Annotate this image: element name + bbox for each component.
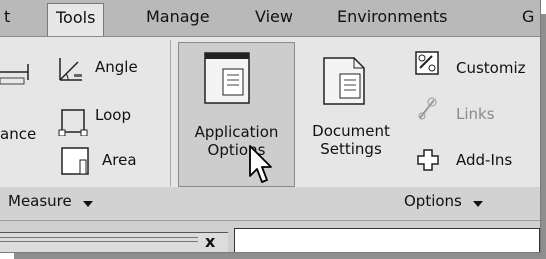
links-label: Links (456, 105, 495, 123)
loop-label[interactable]: Loop (95, 105, 131, 125)
tab-grip-line (0, 241, 198, 242)
tab-environments[interactable]: Environments (337, 7, 448, 27)
tab-grip-line (0, 237, 198, 238)
document-settings-line2: Settings (320, 140, 382, 158)
document-settings-text: Document Settings (298, 122, 404, 158)
measure-distance-label[interactable]: ance (0, 124, 36, 144)
area-icon[interactable] (60, 146, 92, 176)
document-settings-button[interactable]: Document Settings (298, 42, 404, 187)
customize-icon[interactable] (414, 50, 440, 76)
measure-panel-title[interactable]: Measure (8, 190, 93, 213)
application-options-icon (203, 51, 251, 105)
tab-view[interactable]: View (255, 7, 293, 27)
application-options-line1: Application (194, 123, 279, 141)
close-icon[interactable]: x (205, 233, 215, 251)
application-window: t Tools Manage View Environments G ance … (0, 0, 541, 253)
document-tab[interactable]: x (0, 232, 228, 252)
angle-icon[interactable] (56, 54, 86, 84)
measure-distance-icon[interactable] (0, 58, 36, 86)
document-area[interactable] (234, 228, 540, 252)
angle-label[interactable]: Angle (95, 57, 138, 77)
tab-partial-left[interactable]: t (4, 7, 10, 27)
customize-label[interactable]: Customiz (456, 58, 526, 78)
measure-panel-title-text: Measure (8, 192, 72, 210)
caret-down-icon (472, 191, 483, 213)
application-options-text: Application Options (179, 123, 294, 159)
options-panel-title[interactable]: Options (404, 190, 483, 213)
tab-tools[interactable]: Tools (47, 3, 105, 36)
links-icon (414, 96, 440, 122)
loop-icon[interactable] (58, 106, 88, 137)
document-settings-icon (320, 56, 368, 106)
application-options-line2: Options (207, 141, 266, 159)
caret-down-icon (82, 191, 93, 213)
ribbon-tab-strip: t Tools Manage View Environments G (0, 0, 540, 36)
mouse-pointer-icon (248, 144, 274, 186)
tab-partial-right[interactable]: G (522, 7, 534, 27)
application-options-button[interactable]: Application Options (178, 42, 295, 187)
options-panel-title-text: Options (404, 192, 462, 210)
area-label[interactable]: Area (102, 150, 137, 170)
add-ins-icon[interactable] (416, 148, 440, 172)
panel-separator (170, 40, 171, 186)
add-ins-label[interactable]: Add-Ins (456, 150, 512, 170)
document-settings-line1: Document (312, 122, 390, 140)
tab-manage[interactable]: Manage (146, 7, 210, 27)
